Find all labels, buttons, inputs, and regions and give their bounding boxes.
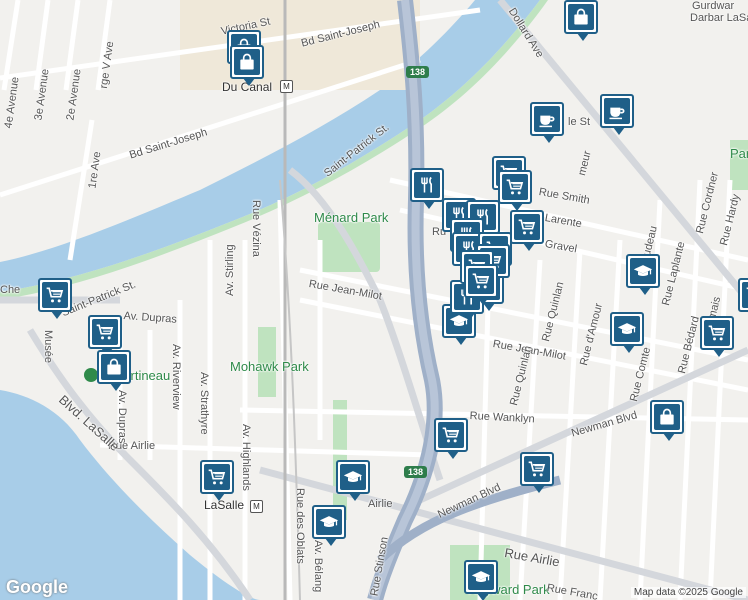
map-marker-cart[interactable] [200, 460, 234, 501]
cart-icon [207, 467, 227, 487]
map-marker-bag[interactable] [230, 45, 264, 86]
label-gurdwara: Gurdwar [692, 0, 735, 12]
park-label-mohawk: Mohawk Park [230, 359, 309, 374]
map-marker-school[interactable] [464, 560, 498, 600]
cart-icon [471, 271, 491, 291]
metro-station-icon: M [280, 80, 293, 93]
map-marker-bag[interactable] [564, 0, 598, 41]
map-marker-cart[interactable] [88, 315, 122, 356]
cart-icon [441, 425, 461, 445]
map-marker-cart[interactable] [434, 418, 468, 459]
cup-icon [537, 109, 557, 129]
map-marker-food[interactable] [410, 168, 444, 209]
map-marker-cart[interactable] [738, 278, 748, 312]
label-musee: Musée [42, 330, 54, 364]
map-marker-school[interactable] [610, 312, 644, 353]
graduation-cap-icon [471, 567, 491, 587]
graduation-cap-icon [617, 319, 637, 339]
cart-icon [505, 177, 525, 197]
cup-icon [607, 101, 627, 121]
cart-icon [95, 322, 115, 342]
street-label-highlands: Av. Highlands [240, 424, 252, 491]
map-marker-bag[interactable] [650, 400, 684, 441]
street-label-vezina: Rue Vézina [250, 200, 262, 257]
map-marker-school[interactable] [312, 505, 346, 546]
bag-icon [104, 357, 124, 377]
map-canvas[interactable]: Victoria St Bd Saint-Joseph Bd Saint-Jos… [0, 0, 748, 600]
street-label-chemin: Che [0, 284, 21, 296]
cart-icon [527, 459, 547, 479]
street-label-dupras-v: Av. Dupras [116, 390, 128, 444]
street-label-oblats: Rue des Oblats [294, 488, 306, 564]
map-marker-cart[interactable] [464, 264, 498, 305]
street-label-stirling: Av. Stirling [224, 244, 236, 296]
street-label-belanger: Av. Bélang [312, 540, 324, 593]
fork-knife-icon [417, 175, 437, 195]
park-icon [84, 368, 98, 382]
map-marker-cart[interactable] [38, 278, 72, 319]
street-label-airlie-mid: Airlie [368, 498, 393, 510]
park-label-menard: Ménard Park [314, 210, 389, 225]
map-marker-cart[interactable] [498, 170, 532, 211]
graduation-cap-icon [319, 512, 339, 532]
park-label-par: Par [730, 146, 748, 161]
highway-138-shield: 138 [406, 66, 430, 78]
cart-icon [45, 285, 65, 305]
map-marker-school[interactable] [626, 254, 660, 295]
map-marker-cart[interactable] [520, 452, 554, 493]
bag-icon [237, 52, 257, 72]
label-darbar: Darbar LaSal [690, 12, 748, 24]
cart-icon [517, 217, 537, 237]
map-attribution[interactable]: Map data ©2025 Google [630, 587, 746, 598]
street-label-strathyre: Av. Strathyre [198, 372, 210, 435]
map-marker-cart[interactable] [510, 210, 544, 251]
map-marker-school[interactable] [336, 460, 370, 501]
map-marker-bag[interactable] [97, 350, 131, 391]
cart-icon [707, 323, 727, 343]
street-label-le-st: le St [568, 116, 591, 128]
map-marker-cart[interactable] [700, 316, 734, 357]
map-marker-cafe[interactable] [600, 94, 634, 135]
bag-icon [657, 407, 677, 427]
metro-station-icon-2: M [250, 500, 263, 513]
bag-icon [571, 7, 591, 27]
map-marker-cafe[interactable] [530, 102, 564, 143]
highway-138-shield-2: 138 [404, 466, 428, 478]
graduation-cap-icon [633, 261, 653, 281]
street-label-riverview: Av. Riverview [170, 344, 182, 410]
graduation-cap-icon [343, 467, 363, 487]
google-logo: Google [6, 577, 68, 597]
